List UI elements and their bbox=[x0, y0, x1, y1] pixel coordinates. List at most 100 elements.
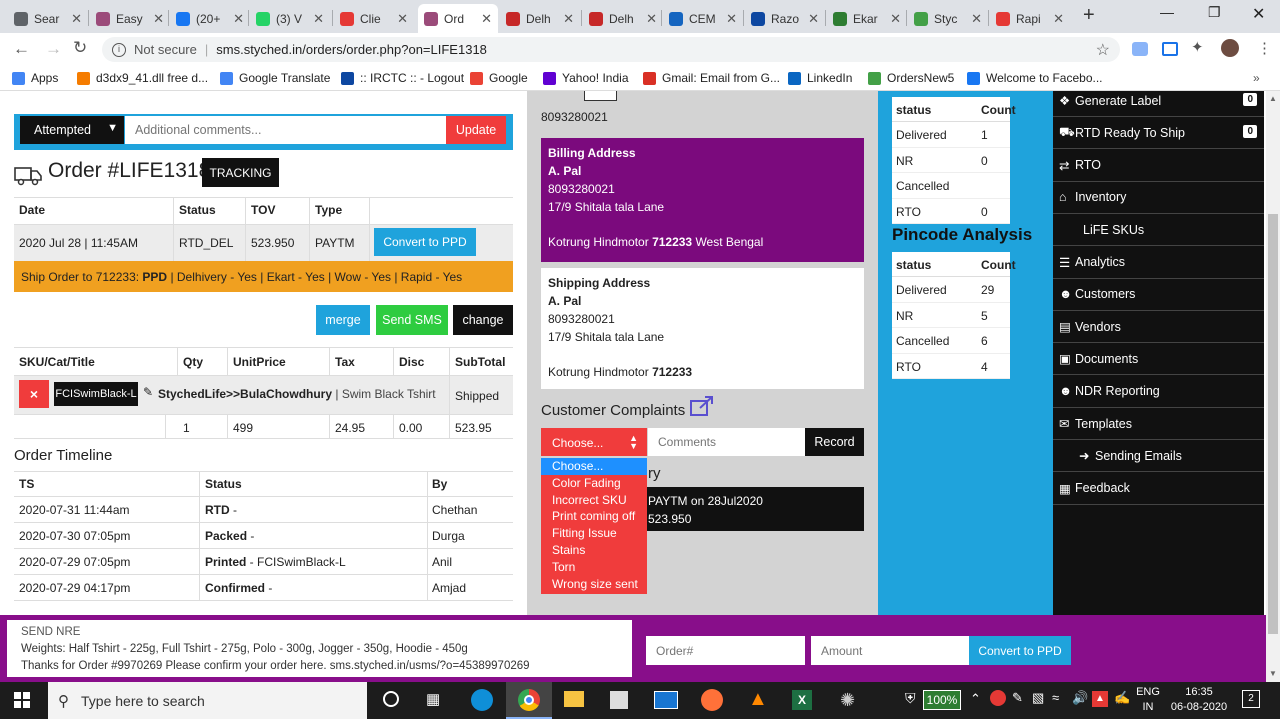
merge-button[interactable]: merge bbox=[316, 305, 370, 335]
maximize-button[interactable]: ❐ bbox=[1208, 4, 1221, 21]
status-select[interactable]: Attempted ▼ bbox=[20, 116, 124, 144]
page-scrollbar[interactable]: ▲ ▼ bbox=[1266, 91, 1280, 682]
menu-dots-icon[interactable]: ⋮ bbox=[1257, 39, 1272, 57]
complaint-select[interactable]: Choose... ▲ ▼ bbox=[541, 428, 647, 456]
forward-icon[interactable]: → bbox=[45, 39, 62, 59]
nav-item[interactable]: ▤ Vendors bbox=[1053, 311, 1264, 344]
nav-item[interactable]: ☻ Customers bbox=[1053, 279, 1264, 311]
tab-close-icon[interactable]: ✕ bbox=[563, 11, 574, 27]
nav-item[interactable]: LiFE SKUs bbox=[1053, 214, 1264, 247]
scroll-down-icon[interactable]: ▼ bbox=[1269, 669, 1277, 678]
language-indicator[interactable]: ENG IN bbox=[1135, 685, 1161, 715]
browser-tab[interactable]: Clie ✕ bbox=[334, 4, 414, 33]
tab-close-icon[interactable]: ✕ bbox=[313, 11, 324, 27]
tab-close-icon[interactable]: ✕ bbox=[153, 11, 164, 27]
bookmark-item[interactable]: :: IRCTC :: - Logout bbox=[341, 71, 464, 85]
cast-icon[interactable] bbox=[1162, 42, 1178, 56]
tab-close-icon[interactable]: ✕ bbox=[971, 11, 982, 27]
browser-tab[interactable]: Ord ✕ bbox=[418, 4, 498, 33]
amount-input[interactable] bbox=[811, 636, 969, 665]
browser-tab[interactable]: Easy ✕ bbox=[90, 4, 170, 33]
antivirus-icon[interactable] bbox=[990, 690, 1006, 706]
additional-comments-input[interactable] bbox=[125, 116, 446, 144]
taskbar-search-box[interactable]: ⚲ Type here to search bbox=[48, 682, 367, 719]
nav-item[interactable]: ❖ Generate Label 0 bbox=[1053, 91, 1264, 117]
tracking-button[interactable]: TRACKING bbox=[202, 158, 279, 187]
avatar[interactable] bbox=[1221, 39, 1239, 57]
pen-tray-icon[interactable]: ✍ bbox=[1114, 690, 1130, 706]
send-sms-button[interactable]: Send SMS bbox=[376, 305, 448, 335]
complaint-option[interactable]: Stains bbox=[541, 542, 647, 559]
tab-close-icon[interactable]: ✕ bbox=[71, 11, 82, 27]
nav-item[interactable]: ▣ Documents bbox=[1053, 343, 1264, 376]
complaint-dropdown-list[interactable]: Choose... Color Fading Incorrect SKU Print … bbox=[541, 458, 647, 594]
bookmark-item[interactable]: Gmail: Email from G... bbox=[643, 71, 780, 85]
edge-icon[interactable] bbox=[471, 689, 493, 711]
bookmark-item[interactable]: Yahoo! India bbox=[543, 71, 629, 85]
nav-item[interactable]: ☰ Analytics bbox=[1053, 247, 1264, 279]
nav-item[interactable]: ☻ NDR Reporting bbox=[1053, 376, 1264, 408]
bookmark-item[interactable]: d3dx9_41.dll free d... bbox=[77, 71, 208, 85]
puzzle-icon[interactable]: ✦ bbox=[1191, 38, 1204, 56]
app-tray-icon[interactable]: ▲ bbox=[1092, 691, 1108, 707]
tab-close-icon[interactable]: ✕ bbox=[808, 11, 819, 27]
bottom-convert-to-ppd-button[interactable]: Convert to PPD bbox=[969, 636, 1071, 665]
browser-tab[interactable]: Rapi ✕ bbox=[990, 4, 1070, 33]
tab-close-icon[interactable]: ✕ bbox=[481, 11, 492, 27]
clock[interactable]: 16:35 06-08-2020 bbox=[1170, 685, 1228, 715]
pen-icon[interactable]: ✎ bbox=[1012, 690, 1023, 706]
complaint-option[interactable]: Wrong size sent bbox=[541, 576, 647, 593]
bookmark-item[interactable]: OrdersNew5 bbox=[868, 71, 954, 85]
cortana-icon[interactable] bbox=[383, 691, 399, 707]
tab-close-icon[interactable]: ✕ bbox=[233, 11, 244, 27]
tab-close-icon[interactable]: ✕ bbox=[646, 11, 657, 27]
bookmark-item[interactable]: Google bbox=[470, 71, 528, 85]
more-bookmarks-icon[interactable]: » bbox=[1253, 71, 1260, 85]
complaint-option[interactable]: Fitting Issue bbox=[541, 525, 647, 542]
browser-tab[interactable]: Razo ✕ bbox=[745, 4, 825, 33]
tab-close-icon[interactable]: ✕ bbox=[890, 11, 901, 27]
nav-item[interactable]: ✉ Templates bbox=[1053, 408, 1264, 440]
complaint-option[interactable]: Print coming off bbox=[541, 508, 647, 525]
browser-tab[interactable]: (20+ ✕ bbox=[170, 4, 250, 33]
nav-item[interactable]: ⛟ RTD Ready To Ship 0 bbox=[1053, 117, 1264, 150]
browser-tab[interactable]: Sear ✕ bbox=[8, 4, 88, 33]
bookmark-item[interactable]: Welcome to Facebo... bbox=[967, 71, 1103, 85]
store-icon[interactable] bbox=[610, 691, 628, 709]
excel-icon[interactable]: X bbox=[792, 690, 812, 710]
complaint-option[interactable]: Torn bbox=[541, 559, 647, 576]
edit-icon[interactable]: ✎ bbox=[143, 385, 153, 399]
firefox-icon[interactable] bbox=[701, 689, 723, 711]
bookmark-item[interactable]: Google Translate bbox=[220, 71, 330, 85]
scroll-thumb[interactable] bbox=[1268, 214, 1278, 634]
chevron-up-icon[interactable]: ⌃ bbox=[970, 691, 981, 707]
back-icon[interactable]: ← bbox=[13, 39, 30, 59]
nav-item[interactable]: ⇄ RTO bbox=[1053, 150, 1264, 182]
reload-icon[interactable]: ↻ bbox=[73, 38, 87, 58]
app-icon[interactable]: ✺ bbox=[840, 690, 855, 711]
browser-tab[interactable]: Delh ✕ bbox=[583, 4, 663, 33]
file-explorer-icon[interactable] bbox=[564, 691, 584, 707]
complaint-comments-input[interactable] bbox=[648, 428, 805, 456]
task-view-icon[interactable]: ▦ bbox=[426, 690, 440, 708]
bookmark-item[interactable]: LinkedIn bbox=[788, 71, 852, 85]
complaint-option[interactable]: Choose... bbox=[541, 458, 647, 475]
order-number-input[interactable] bbox=[646, 636, 805, 665]
complaint-option[interactable]: Incorrect SKU bbox=[541, 492, 647, 509]
info-icon[interactable]: i bbox=[112, 42, 126, 57]
notification-icon[interactable]: 2 bbox=[1242, 690, 1260, 708]
extension-icon[interactable] bbox=[1132, 42, 1148, 56]
wifi-icon[interactable]: ≈ bbox=[1052, 690, 1059, 705]
record-button[interactable]: Record bbox=[805, 428, 864, 456]
windows-start-icon[interactable] bbox=[14, 692, 30, 711]
volume-icon[interactable]: 🔊 bbox=[1072, 690, 1088, 706]
sku-badge[interactable]: FCISwimBlack-L bbox=[54, 382, 138, 406]
nav-item[interactable]: ➜ Sending Emails bbox=[1053, 440, 1264, 473]
browser-tab[interactable]: CEM ✕ bbox=[663, 4, 743, 33]
nav-item[interactable]: ⌂ Inventory bbox=[1053, 182, 1264, 214]
update-button[interactable]: Update bbox=[446, 116, 506, 144]
browser-tab[interactable]: Styc ✕ bbox=[908, 4, 988, 33]
external-link-icon[interactable] bbox=[689, 395, 715, 420]
bookmark-star-icon[interactable]: ☆ bbox=[1096, 40, 1110, 60]
remove-item-button[interactable]: × bbox=[19, 380, 49, 408]
